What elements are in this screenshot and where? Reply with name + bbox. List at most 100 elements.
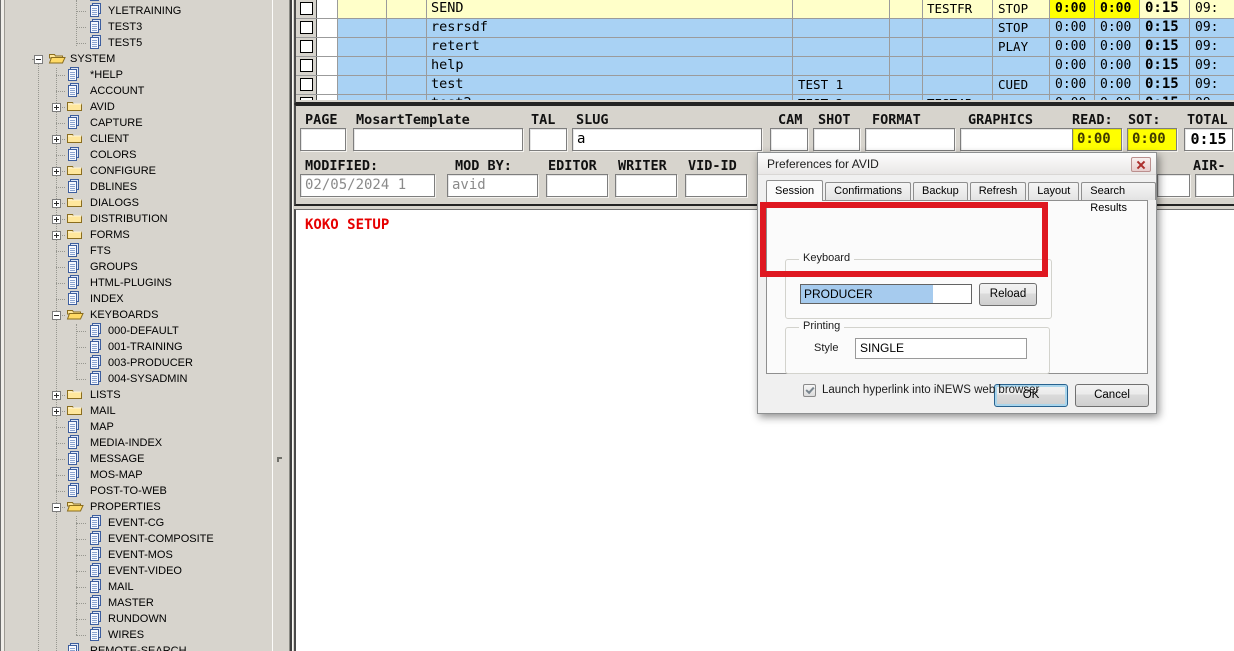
tree-item-000-default[interactable]: 000-DEFAULT [6, 323, 272, 339]
tree-item-mail[interactable]: MAIL [6, 403, 272, 419]
tree-item-event-cg[interactable]: EVENT-CG [6, 515, 272, 531]
tree-item-mos-map[interactable]: MOS-MAP [6, 467, 272, 483]
keyboard-input-selection: PRODUCER [801, 285, 933, 303]
tree-item-yletraining[interactable]: YLETRAINING [6, 3, 272, 19]
tree-item-map[interactable]: MAP [6, 419, 272, 435]
tree-item-wires[interactable]: WIRES [6, 627, 272, 643]
tree-item-master[interactable]: MASTER [6, 595, 272, 611]
keyboard-input[interactable]: PRODUCER [800, 284, 972, 304]
tree-item-media-index[interactable]: MEDIA-INDEX [6, 435, 272, 451]
expand-plus-icon[interactable] [52, 167, 61, 176]
tab-search-results[interactable]: Search Results [1081, 182, 1156, 200]
cam-input[interactable] [770, 128, 808, 151]
tree-item-groups[interactable]: GROUPS [6, 259, 272, 275]
tree-item-event-mos[interactable]: EVENT-MOS [6, 547, 272, 563]
tree-item-remote-search[interactable]: REMOTE-SEARCH [6, 643, 272, 651]
air-input-1[interactable] [1157, 174, 1190, 197]
tree-item-distribution[interactable]: DISTRIBUTION [6, 211, 272, 227]
expand-plus-icon[interactable] [52, 231, 61, 240]
tab-confirmations[interactable]: Confirmations [825, 182, 911, 200]
expand-plus-icon[interactable] [52, 199, 61, 208]
tree-item-test3[interactable]: TEST3 [6, 19, 272, 35]
tree-item-system[interactable]: SYSTEM [6, 51, 272, 67]
tree-item-dblines[interactable]: DBLINES [6, 179, 272, 195]
modby-input[interactable]: avid [447, 174, 538, 197]
tree-item-avid[interactable]: AVID [6, 99, 272, 115]
checkbox-checked-icon[interactable] [803, 384, 816, 397]
style-input[interactable]: SINGLE [855, 338, 1027, 359]
rundown-row[interactable]: testTEST 1CUED0:000:000:1509: [296, 76, 1234, 95]
row-select-box[interactable] [300, 78, 313, 91]
grid-cell [890, 38, 923, 56]
tree-item-keyboards[interactable]: KEYBOARDS [6, 307, 272, 323]
row-select-box[interactable] [300, 2, 313, 15]
cancel-button[interactable]: Cancel [1075, 384, 1149, 407]
close-icon[interactable] [1131, 157, 1151, 172]
tree-item-mail[interactable]: MAIL [6, 579, 272, 595]
tree-item-html-plugins[interactable]: HTML-PLUGINS [6, 275, 272, 291]
tab-refresh[interactable]: Refresh [970, 182, 1027, 200]
shot-input[interactable] [813, 128, 860, 151]
tree-item-dialogs[interactable]: DIALOGS [6, 195, 272, 211]
row-select-box[interactable] [300, 40, 313, 53]
tree-item-account[interactable]: ACCOUNT [6, 83, 272, 99]
mosarttemplate-input[interactable] [353, 128, 523, 151]
tree-item-message[interactable]: MESSAGE [6, 451, 272, 467]
tab-backup[interactable]: Backup [913, 182, 968, 200]
collapse-minus-icon[interactable] [52, 311, 61, 320]
row-select-box[interactable] [300, 97, 313, 100]
grid-cell [387, 57, 427, 75]
dialog-title[interactable]: Preferences for AVID [758, 153, 1156, 175]
rundown-row[interactable]: resrsdfSTOP0:000:000:1509: [296, 19, 1234, 38]
rundown-row[interactable]: help0:000:000:1509: [296, 57, 1234, 76]
tab-layout[interactable]: Layout [1028, 182, 1079, 200]
vidid-input[interactable] [685, 174, 747, 197]
tree-item-003-producer[interactable]: 003-PRODUCER [6, 355, 272, 371]
rundown-row[interactable]: retertPLAY0:000:000:1509: [296, 38, 1234, 57]
tree-item-post-to-web[interactable]: POST-TO-WEB [6, 483, 272, 499]
tree-item-004-sysadmin[interactable]: 004-SYSADMIN [6, 371, 272, 387]
expand-plus-icon[interactable] [52, 103, 61, 112]
tree-item-test5[interactable]: TEST5 [6, 35, 272, 51]
sidebar-splitter[interactable] [272, 0, 290, 651]
collapse-minus-icon[interactable] [34, 55, 43, 64]
expand-plus-icon[interactable] [52, 407, 61, 416]
tree-item-fts[interactable]: FTS [6, 243, 272, 259]
preferences-dialog: Preferences for AVID SessionConfirmation… [757, 152, 1157, 414]
tab-session[interactable]: Session [766, 180, 823, 201]
tree-item-lists[interactable]: LISTS [6, 387, 272, 403]
rundown-row[interactable]: SENDTESTFRSTOP0:000:000:1509: [296, 0, 1234, 19]
collapse-minus-icon[interactable] [52, 503, 61, 512]
tree-item-index[interactable]: INDEX [6, 291, 272, 307]
tree-item-capture[interactable]: CAPTURE [6, 115, 272, 131]
tree-item-configure[interactable]: CONFIGURE [6, 163, 272, 179]
tree-item-label: AVID [90, 101, 115, 113]
expand-plus-icon[interactable] [52, 215, 61, 224]
slug-input[interactable]: a [572, 128, 762, 151]
graphics-input[interactable] [960, 128, 1082, 151]
tree-item-rundown[interactable]: RUNDOWN [6, 611, 272, 627]
tree-item-colors[interactable]: COLORS [6, 147, 272, 163]
tree-item-forms[interactable]: FORMS [6, 227, 272, 243]
editor-input[interactable] [546, 174, 608, 197]
folder-open-icon [66, 499, 84, 516]
row-select-box[interactable] [300, 59, 313, 72]
page-input[interactable] [300, 128, 346, 151]
tree-item-properties[interactable]: PROPERTIES [6, 499, 272, 515]
tree-item-event-composite[interactable]: EVENT-COMPOSITE [6, 531, 272, 547]
rundown-row[interactable]: test2TEST 2TEST450:000:000:1509: [296, 95, 1234, 100]
tree-item-001-training[interactable]: 001-TRAINING [6, 339, 272, 355]
tree-item-client[interactable]: CLIENT [6, 131, 272, 147]
expand-plus-icon[interactable] [52, 391, 61, 400]
writer-input[interactable] [615, 174, 677, 197]
tree-item-event-video[interactable]: EVENT-VIDEO [6, 563, 272, 579]
splitter-grip-icon[interactable] [277, 457, 282, 462]
tree-item-help[interactable]: *HELP [6, 67, 272, 83]
modified-input[interactable]: 02/05/2024 1 [300, 174, 435, 197]
reload-button[interactable]: Reload [979, 283, 1037, 306]
format-input[interactable] [865, 128, 955, 151]
tal-input[interactable] [529, 128, 567, 151]
air-input-2[interactable] [1195, 174, 1234, 197]
row-select-box[interactable] [300, 21, 313, 34]
expand-plus-icon[interactable] [52, 135, 61, 144]
